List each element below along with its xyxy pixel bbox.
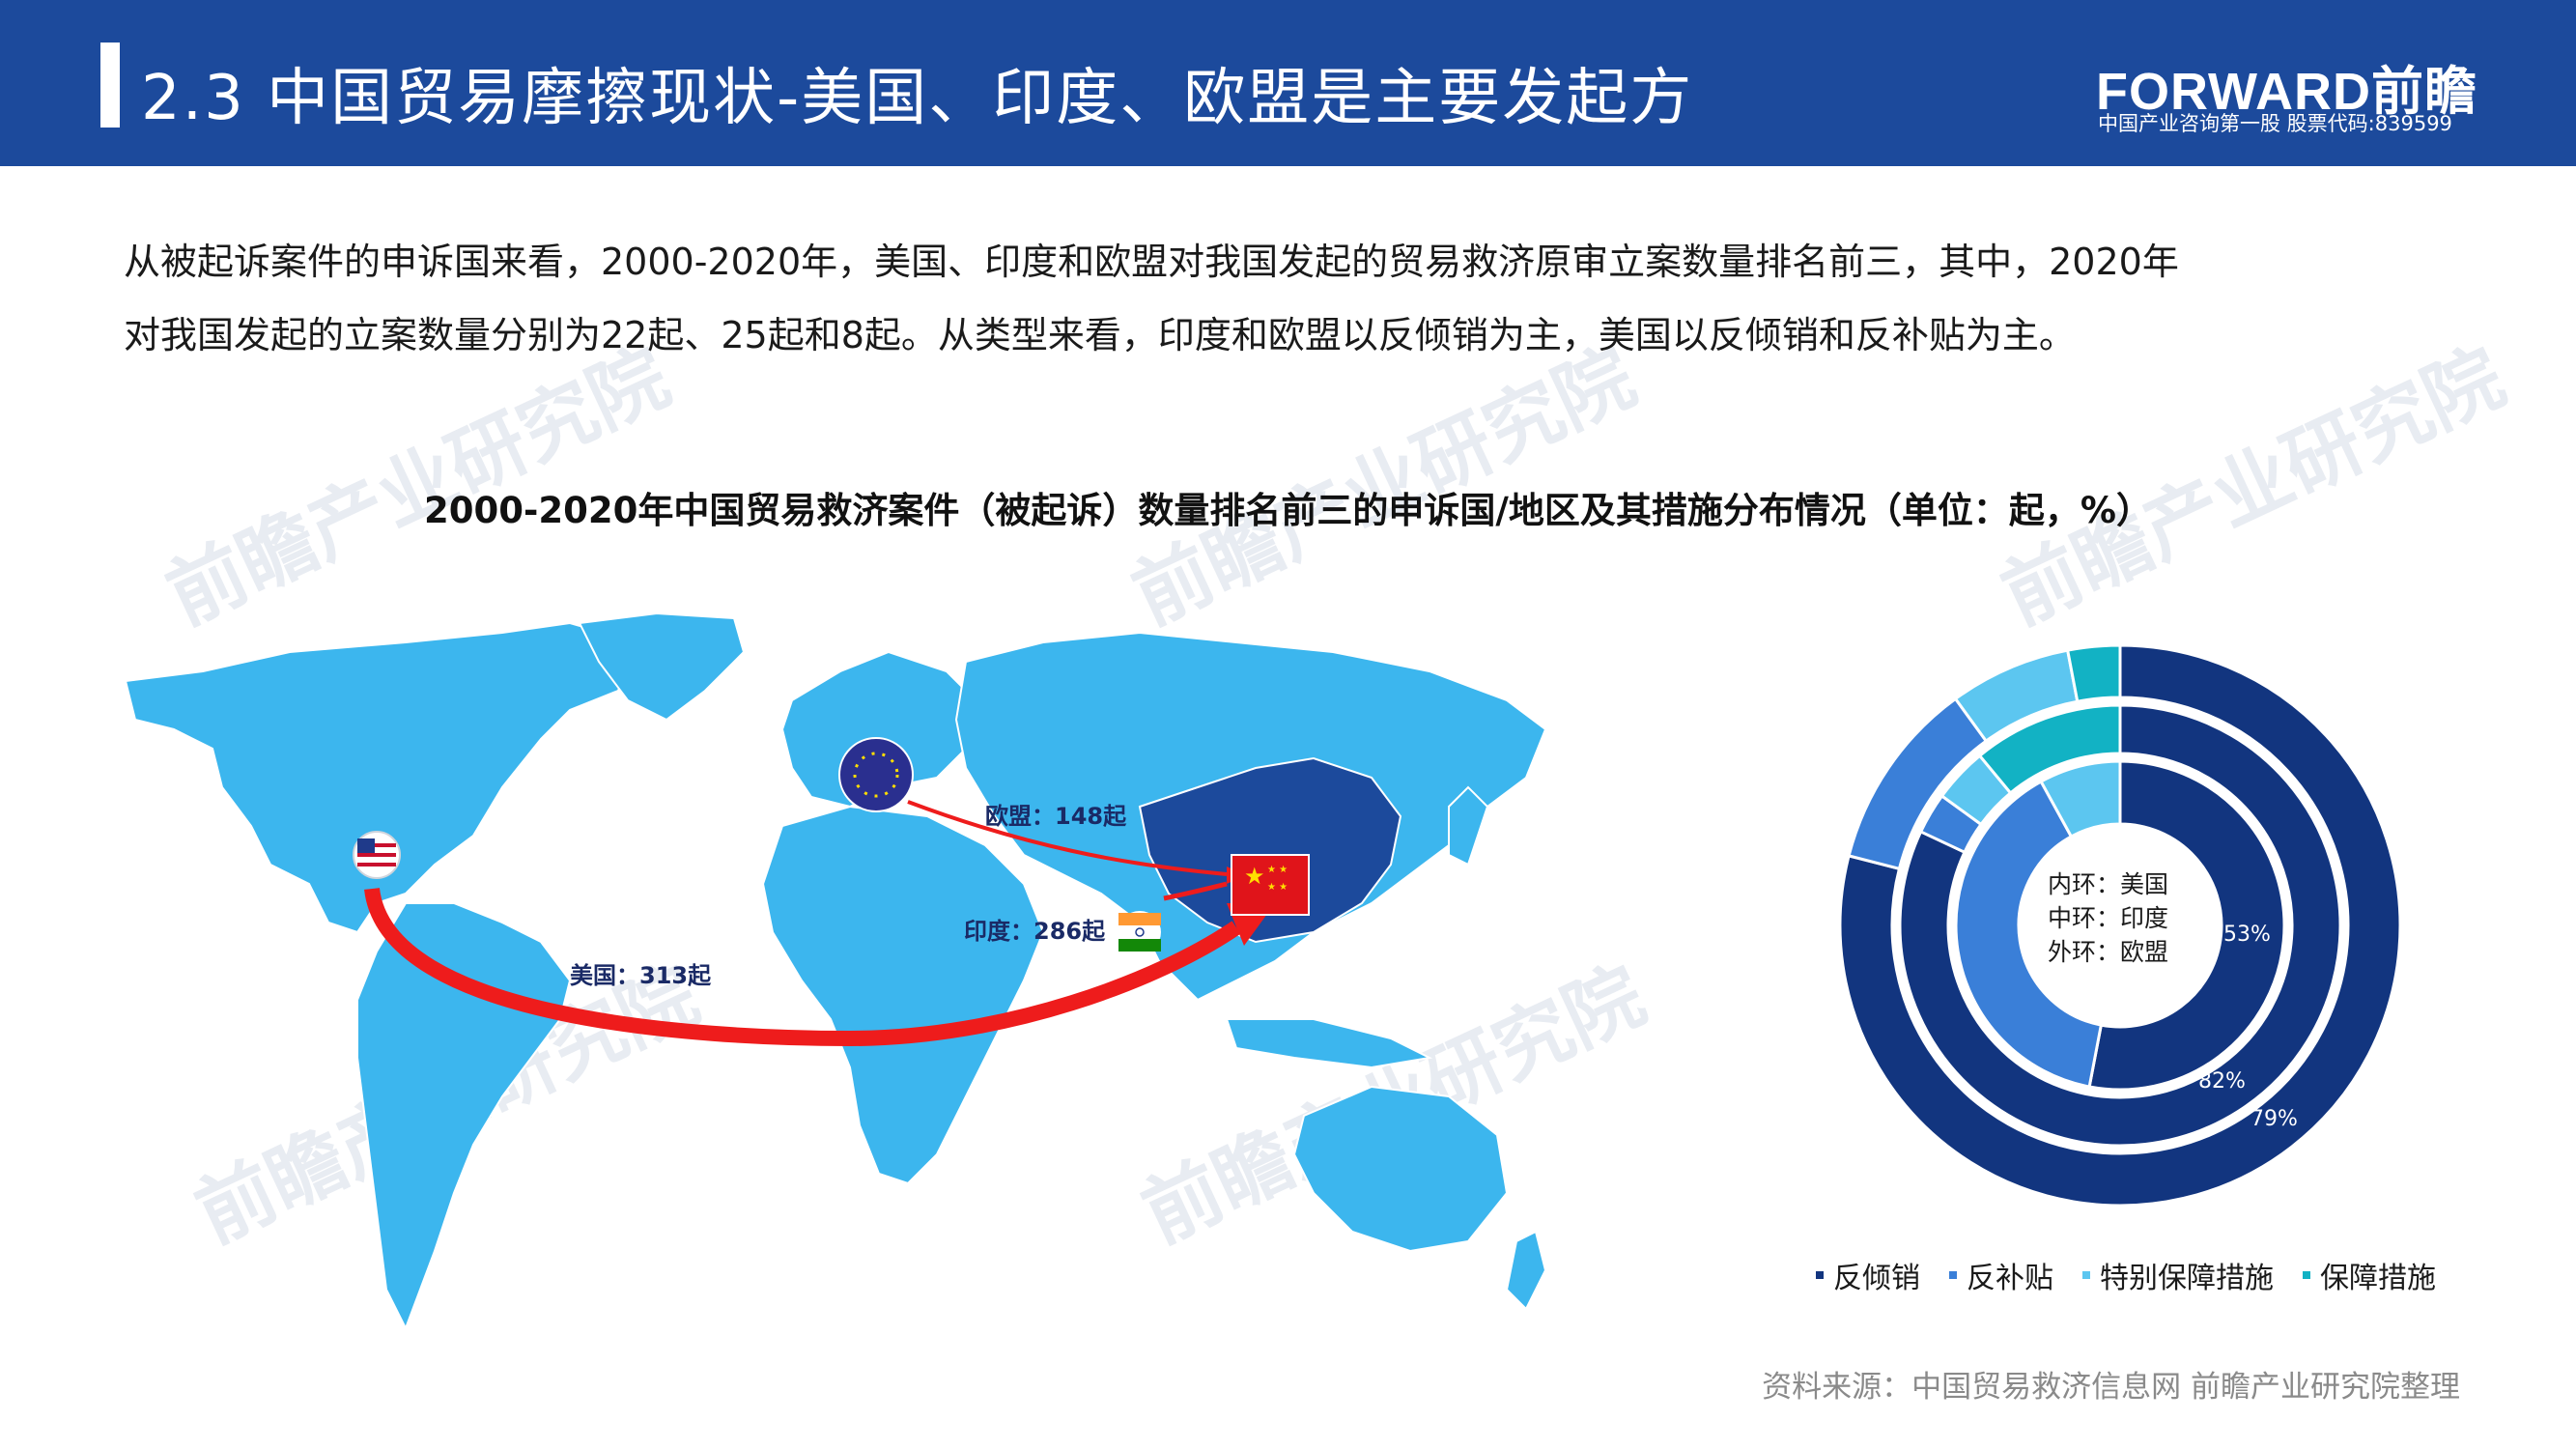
- title-accent-bar: [100, 43, 120, 128]
- legend-label: 保障措施: [2320, 1262, 2436, 1295]
- svg-text:★ ★: ★ ★: [1267, 865, 1288, 875]
- source-note: 资料来源：中国贸易救济信息网 前瞻产业研究院整理: [1762, 1370, 2460, 1405]
- australia-shape: [1292, 1085, 1509, 1253]
- header-banner: 2.3 中国贸易摩擦现状-美国、印度、欧盟是主要发起方 FORWARD前瞻 中国…: [0, 0, 2576, 166]
- legend-swatch: [2082, 1271, 2090, 1279]
- legend-item: 保障措施: [2303, 1254, 2436, 1296]
- india-case-label: 印度：286起: [964, 918, 1106, 945]
- donut-slice-欧盟-保障措施: [2065, 645, 2122, 703]
- north-america-shape: [124, 621, 639, 934]
- legend-swatch: [2303, 1271, 2310, 1279]
- africa-shape: [761, 805, 1045, 1185]
- chart-title: 2000-2020年中国贸易救济案件（被起诉）数量排名前三的申诉国/地区及其措施…: [424, 490, 2152, 531]
- china-flag-icon: ★ ★ ★ ★ ★: [1231, 854, 1310, 916]
- legend-item: 特别保障措施: [2082, 1254, 2274, 1296]
- chart-legend: 反倾销 反补贴 特别保障措施 保障措施: [1816, 1254, 2436, 1296]
- new-zealand-shape: [1505, 1230, 1547, 1311]
- legend-label: 反补贴: [1967, 1262, 2053, 1295]
- usa-case-label: 美国：313起: [570, 962, 712, 989]
- summary-line-2: 对我国发起的立案数量分别为22起、25起和8起。从类型来看，印度和欧盟以反倾销为…: [124, 314, 2076, 356]
- svg-text:★: ★: [1244, 863, 1265, 890]
- continents: [124, 613, 1547, 1331]
- center-label-middle: 中环：印度: [2048, 904, 2168, 932]
- eu-flag-icon: [838, 737, 914, 812]
- world-map: ★ ★ ★ ★ ★ 欧盟：148起 印度：286起 美国：313起: [124, 613, 1547, 1331]
- usa-flag-icon: [353, 831, 401, 879]
- india-flag-icon: [1118, 911, 1161, 953]
- legend-item: 反倾销: [1816, 1254, 1920, 1296]
- center-label-inner: 内环：美国: [2048, 870, 2168, 898]
- page-title: 2.3 中国贸易摩擦现状-美国、印度、欧盟是主要发起方: [141, 63, 1694, 134]
- svg-text:★ ★: ★ ★: [1267, 882, 1288, 893]
- outer-ring-percent-label: 79%: [2250, 1107, 2298, 1131]
- measure-donut-chart: 内环：美国 中环：印度 外环：欧盟 53% 82% 79%: [1840, 645, 2400, 1206]
- inner-ring-percent-label: 53%: [2223, 923, 2271, 947]
- legend-swatch: [1949, 1271, 1957, 1279]
- brand-subtitle: 中国产业咨询第一股 股票代码:839599: [2098, 112, 2452, 135]
- legend-label: 特别保障措施: [2100, 1262, 2274, 1295]
- legend-label: 反倾销: [1833, 1262, 1920, 1295]
- summary-line-1: 从被起诉案件的申诉国来看，2000-2020年，美国、印度和欧盟对我国发起的贸易…: [124, 241, 2179, 283]
- greenland-shape: [578, 613, 746, 722]
- center-label-outer: 外环：欧盟: [2048, 938, 2168, 966]
- indonesia-shape: [1225, 1018, 1433, 1069]
- legend-item: 反补贴: [1949, 1254, 2053, 1296]
- legend-swatch: [1816, 1271, 1824, 1279]
- middle-ring-percent-label: 82%: [2198, 1069, 2246, 1094]
- south-america-shape: [356, 902, 572, 1331]
- eu-case-label: 欧盟：148起: [985, 803, 1127, 830]
